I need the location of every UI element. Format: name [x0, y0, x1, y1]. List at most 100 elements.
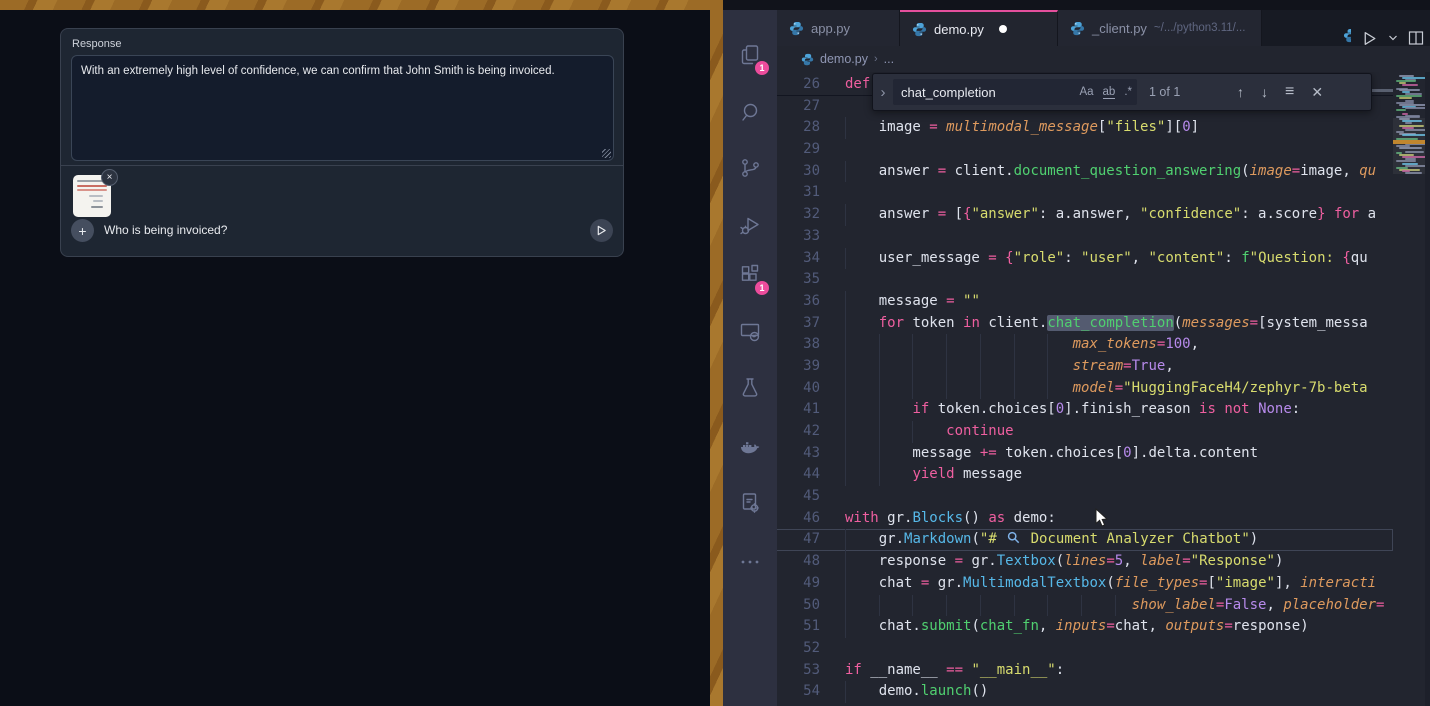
- match-case-icon[interactable]: Aa: [1079, 86, 1093, 98]
- chat-input-text[interactable]: Who is being invoiced?: [104, 223, 227, 237]
- previous-match-icon[interactable]: ↑: [1237, 84, 1244, 100]
- code-line[interactable]: 51 chat.submit(chat_fn, inputs=chat, out…: [777, 616, 1393, 638]
- code-line[interactable]: 47 gr.Markdown("# Document Analyzer Chat…: [777, 529, 1393, 551]
- line-number[interactable]: 47: [777, 529, 820, 551]
- tab-label: app.py: [811, 21, 850, 36]
- code-line[interactable]: 38 max_tokens=100,: [777, 334, 1393, 356]
- line-number[interactable]: 31: [777, 182, 820, 204]
- line-number[interactable]: 29: [777, 139, 820, 161]
- code-line[interactable]: 54 demo.launch(): [777, 681, 1393, 703]
- toggle-replace-chevron-icon[interactable]: ›: [873, 84, 893, 101]
- account-icon[interactable]: [723, 692, 777, 706]
- line-number[interactable]: 50: [777, 595, 820, 617]
- code-text: response = gr.Textbox(lines=5, label="Re…: [845, 551, 1393, 573]
- line-number[interactable]: 42: [777, 421, 820, 443]
- unsaved-dot-icon[interactable]: [999, 25, 1007, 33]
- breadcrumb[interactable]: demo.py › ...: [777, 46, 1430, 72]
- code-line[interactable]: 53 if __name__ == "__main__":: [777, 660, 1393, 682]
- response-textarea[interactable]: With an extremely high level of confiden…: [71, 55, 614, 161]
- code-line[interactable]: 52: [777, 638, 1393, 660]
- regex-icon[interactable]: .*: [1124, 86, 1132, 98]
- code-text: if __name__ == "__main__":: [845, 660, 1393, 682]
- find-in-selection-icon[interactable]: ≡: [1285, 83, 1294, 101]
- line-number[interactable]: 30: [777, 161, 820, 183]
- code-line[interactable]: 30 answer = client.document_question_ans…: [777, 161, 1393, 183]
- code-text: message += token.choices[0].delta.conten…: [845, 443, 1393, 465]
- activity-bar: 1 1: [723, 10, 777, 706]
- line-number[interactable]: 45: [777, 486, 820, 508]
- code-line[interactable]: 46with gr.Blocks() as demo:: [777, 508, 1393, 530]
- line-number[interactable]: 44: [777, 464, 820, 486]
- code-line[interactable]: 35: [777, 269, 1393, 291]
- search-icon[interactable]: [723, 88, 777, 136]
- cmake-tools-icon[interactable]: [723, 479, 777, 527]
- line-number[interactable]: 48: [777, 551, 820, 573]
- minimap[interactable]: [1393, 72, 1430, 706]
- code-line[interactable]: 40 model="HuggingFaceH4/zephyr-7b-beta: [777, 378, 1393, 400]
- code-line[interactable]: 28 image = multimodal_message["files"][0…: [777, 117, 1393, 139]
- line-number[interactable]: 27: [777, 96, 820, 118]
- code-line[interactable]: 34 user_message = {"role": "user", "cont…: [777, 248, 1393, 270]
- source-control-icon[interactable]: [723, 144, 777, 192]
- code-line[interactable]: 31: [777, 182, 1393, 204]
- run-debug-icon[interactable]: [723, 201, 777, 249]
- tab-client-py[interactable]: _client.py ~/.../python3.11/...: [1058, 10, 1262, 46]
- explorer-icon[interactable]: 1: [723, 31, 777, 79]
- remove-attachment-button[interactable]: ×: [101, 169, 118, 186]
- code-line[interactable]: 45: [777, 486, 1393, 508]
- line-number[interactable]: 46: [777, 508, 820, 530]
- code-line[interactable]: 48 response = gr.Textbox(lines=5, label=…: [777, 551, 1393, 573]
- code-line[interactable]: 39 stream=True,: [777, 356, 1393, 378]
- line-number[interactable]: 26: [777, 74, 820, 96]
- code-line[interactable]: 49 chat = gr.MultimodalTextbox(file_type…: [777, 573, 1393, 595]
- tab-demo-py[interactable]: demo.py: [900, 10, 1058, 46]
- next-match-icon[interactable]: ↓: [1261, 84, 1268, 100]
- line-number[interactable]: 54: [777, 681, 820, 703]
- line-number[interactable]: 51: [777, 616, 820, 638]
- line-number[interactable]: 37: [777, 313, 820, 335]
- code-line[interactable]: 32 answer = [{"answer": a.answer, "confi…: [777, 204, 1393, 226]
- remote-explorer-icon[interactable]: [723, 308, 777, 356]
- add-file-button[interactable]: +: [71, 219, 94, 242]
- indent-guide: [946, 378, 947, 400]
- line-number[interactable]: 36: [777, 291, 820, 313]
- code-line[interactable]: 37 for token in client.chat_completion(m…: [777, 313, 1393, 335]
- code-line[interactable]: 42 continue: [777, 421, 1393, 443]
- python-file-icon: [789, 21, 804, 36]
- find-input[interactable]: chat_completion Aa ab .*: [893, 79, 1137, 105]
- more-actions-icon[interactable]: [723, 538, 777, 586]
- python-file-icon: [912, 22, 927, 37]
- line-number[interactable]: 41: [777, 399, 820, 421]
- run-python-file-icon[interactable]: [1361, 30, 1378, 47]
- testing-icon[interactable]: [723, 364, 777, 412]
- line-number[interactable]: 35: [777, 269, 820, 291]
- line-number[interactable]: 39: [777, 356, 820, 378]
- line-number[interactable]: 33: [777, 226, 820, 248]
- line-number[interactable]: 40: [777, 378, 820, 400]
- send-button[interactable]: [590, 219, 613, 242]
- code-line[interactable]: 33: [777, 226, 1393, 248]
- split-editor-icon[interactable]: [1408, 30, 1424, 46]
- line-number[interactable]: 43: [777, 443, 820, 465]
- docker-icon[interactable]: [723, 423, 777, 471]
- code-line[interactable]: 29: [777, 139, 1393, 161]
- editor-pane[interactable]: 26def2728 image = multimodal_message["fi…: [777, 72, 1430, 706]
- whole-word-icon[interactable]: ab: [1103, 86, 1116, 99]
- line-number[interactable]: 52: [777, 638, 820, 660]
- line-number[interactable]: 38: [777, 334, 820, 356]
- line-number[interactable]: 34: [777, 248, 820, 270]
- extensions-icon[interactable]: 1: [723, 251, 777, 299]
- code-line[interactable]: 36 message = "": [777, 291, 1393, 313]
- textarea-resize-handle[interactable]: [602, 149, 611, 158]
- code-line[interactable]: 50 show_label=False, placeholder=: [777, 595, 1393, 617]
- tab-app-py[interactable]: app.py: [777, 10, 900, 46]
- line-number[interactable]: 32: [777, 204, 820, 226]
- run-dropdown-chevron-icon[interactable]: [1388, 33, 1398, 43]
- close-find-icon[interactable]: ✕: [1311, 84, 1323, 101]
- code-line[interactable]: 41 if token.choices[0].finish_reason is …: [777, 399, 1393, 421]
- line-number[interactable]: 49: [777, 573, 820, 595]
- code-line[interactable]: 43 message += token.choices[0].delta.con…: [777, 443, 1393, 465]
- code-line[interactable]: 44 yield message: [777, 464, 1393, 486]
- line-number[interactable]: 28: [777, 117, 820, 139]
- line-number[interactable]: 53: [777, 660, 820, 682]
